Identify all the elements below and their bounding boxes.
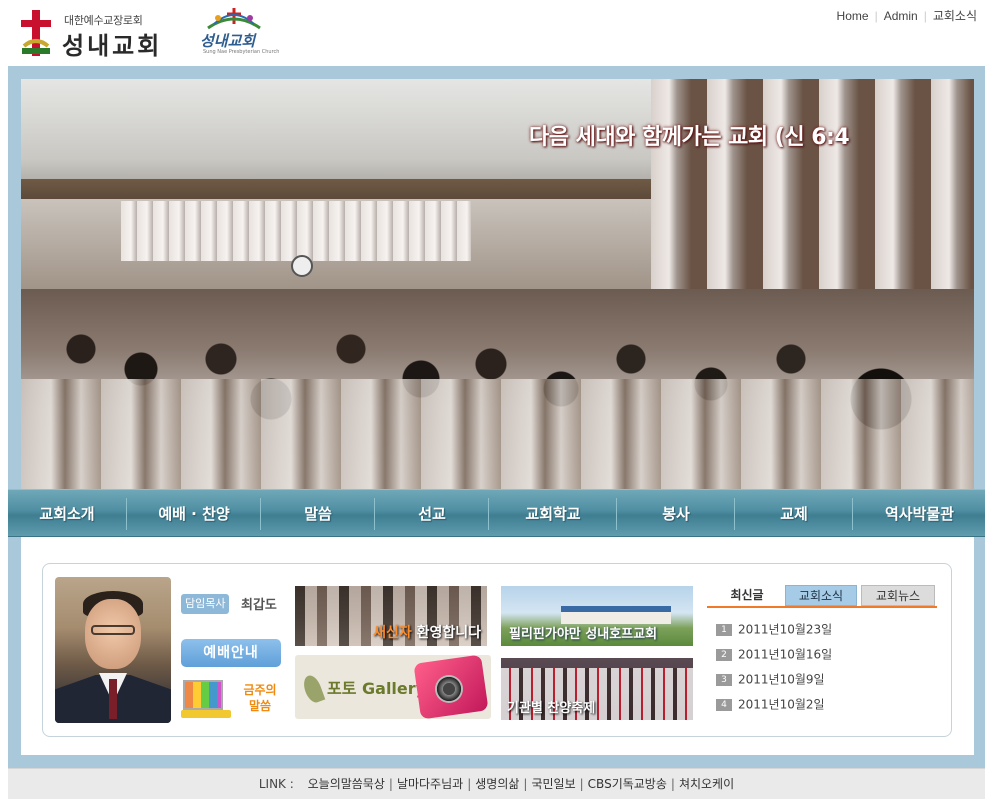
news-number-badge: 1: [716, 623, 732, 636]
pastor-title-badge: 담임목사: [181, 594, 230, 614]
news-date: 2011년10월2일: [738, 697, 825, 712]
site-header: 대한예수교장로회 성내교회 성내교회 Sung Nae Presbyterian…: [0, 0, 993, 66]
photo-gallery-text: 포토 Gallery: [327, 679, 427, 698]
news-number-badge: 2: [716, 648, 732, 661]
news-item[interactable]: 1 2011년10월23일: [716, 619, 936, 644]
pastor-tie: [109, 679, 117, 719]
mission-church-banner[interactable]: 필리핀가야만 성내호프교회: [501, 586, 693, 646]
newcomer-rest: 환영합니다: [411, 625, 481, 641]
menu-item-mission[interactable]: 선교: [376, 490, 488, 538]
monitor-screen: [183, 680, 223, 710]
menu-divider: [488, 498, 489, 530]
menu-item-sermon[interactable]: 말씀: [262, 490, 374, 538]
hero-caption: 다음 세대와 함께가는 교회 (신 6:4: [529, 125, 850, 150]
monitor-base: [181, 710, 231, 718]
main-menu: 교회소개 예배 · 찬양 말씀 선교 교회학교 봉사 교제 역사박물관: [8, 489, 985, 537]
top-nav-divider: |: [874, 9, 878, 23]
menu-divider: [616, 498, 617, 530]
tab-church-news[interactable]: 교회소식: [785, 585, 857, 606]
menu-item-service[interactable]: 봉사: [618, 490, 734, 538]
news-number-badge: 4: [716, 698, 732, 711]
menu-divider: [734, 498, 735, 530]
footer-divider: |: [523, 777, 528, 791]
clock-icon: [291, 255, 313, 277]
pastor-glasses: [91, 625, 135, 635]
footer-link-church-ok[interactable]: 쳐치오케이: [679, 777, 734, 791]
menu-divider: [260, 498, 261, 530]
footer-divider: |: [670, 777, 675, 791]
mission-church-text: 필리핀가야만 성내호프교회: [509, 627, 658, 642]
newcomer-highlight: 새신자: [373, 625, 412, 641]
worship-info-button[interactable]: 예배안내: [181, 639, 281, 667]
pastor-photo: [55, 577, 171, 723]
top-nav-divider: |: [923, 9, 927, 23]
pastor-name: 최갑도: [241, 598, 277, 613]
news-item[interactable]: 2 2011년10월16일: [716, 644, 936, 669]
menu-item-museum[interactable]: 역사박물관: [854, 490, 985, 538]
footer-links: LINK : 오늘의말씀묵상 | 날마다주님과 | 생명의삶 | 국민일보 | CBS기독교방송…: [8, 768, 985, 799]
hero-image: 다음 세대와 함께가는 교회 (신 6:4: [21, 79, 974, 489]
hero-wall-curtain: [121, 201, 471, 261]
top-nav-admin[interactable]: Admin: [884, 9, 918, 23]
newcomer-banner[interactable]: 새신자 환영합니다: [295, 586, 487, 646]
menu-item-fellowship[interactable]: 교제: [736, 490, 852, 538]
choir-festival-text: 기관별 찬양축제: [507, 701, 596, 716]
weekly-sermon-line2: 말씀: [248, 699, 272, 713]
news-date: 2011년10월16일: [738, 647, 833, 662]
footer-link-daily-word[interactable]: 오늘의말씀묵상: [308, 777, 385, 791]
tab-latest[interactable]: 최신글: [709, 585, 785, 606]
news-list: 1 2011년10월23일 2 2011년10월16일 3 2011년10월9일 42…: [716, 619, 936, 719]
news-item[interactable]: 4 2011년10월2일: [716, 694, 936, 719]
news-number-badge: 3: [716, 673, 732, 686]
weekly-sermon-link[interactable]: 금주의 말씀: [236, 682, 284, 714]
mission-church-building: [561, 606, 671, 624]
photo-gallery-banner[interactable]: 포토 Gallery: [295, 655, 491, 719]
sermon-monitor-icon[interactable]: [181, 678, 235, 720]
menu-divider: [852, 498, 853, 530]
footer-link-living-life[interactable]: 생명의삶: [475, 777, 519, 791]
menu-divider: [126, 498, 127, 530]
news-date: 2011년10월9일: [738, 672, 825, 687]
top-nav-news[interactable]: 교회소식: [933, 9, 977, 23]
camera-lens-icon: [435, 675, 463, 703]
newcomer-banner-text: 새신자 환영합니다: [373, 622, 481, 642]
church-name[interactable]: 성내교회: [62, 26, 162, 61]
footer-divider: |: [579, 777, 584, 791]
footer-link-label: LINK :: [258, 777, 294, 791]
news-date: 2011년10월23일: [738, 622, 833, 637]
footer-link-daily-with-lord[interactable]: 날마다주님과: [397, 777, 463, 791]
news-item[interactable]: 3 2011년10월9일: [716, 669, 936, 694]
church-emblem-english: Sung Nae Presbyterian Church: [203, 49, 280, 55]
choir-festival-banner[interactable]: 기관별 찬양축제: [501, 658, 693, 720]
footer-link-kukmin-ilbo[interactable]: 국민일보: [531, 777, 575, 791]
church-emblem-text: 성내교회: [200, 32, 256, 50]
hero-congregation-rows: [21, 379, 974, 489]
weekly-sermon-line1: 금주의: [243, 683, 277, 697]
menu-divider: [374, 498, 375, 530]
tab-church-press[interactable]: 교회뉴스: [861, 585, 935, 606]
menu-item-about[interactable]: 교회소개: [8, 490, 126, 538]
footer-link-cbs[interactable]: CBS기독교방송: [588, 777, 667, 791]
top-nav: Home | Admin | 교회소식: [837, 7, 977, 24]
leaf-icon: [300, 673, 326, 705]
cross-logo-icon[interactable]: [18, 8, 54, 58]
footer-divider: |: [388, 777, 393, 791]
menu-item-worship[interactable]: 예배 · 찬양: [128, 490, 260, 538]
top-nav-home[interactable]: Home: [837, 9, 869, 23]
menu-item-school[interactable]: 교회학교: [490, 490, 616, 538]
footer-divider: |: [467, 777, 472, 791]
news-tabs: 최신글 교회소식 교회뉴스: [707, 584, 937, 608]
